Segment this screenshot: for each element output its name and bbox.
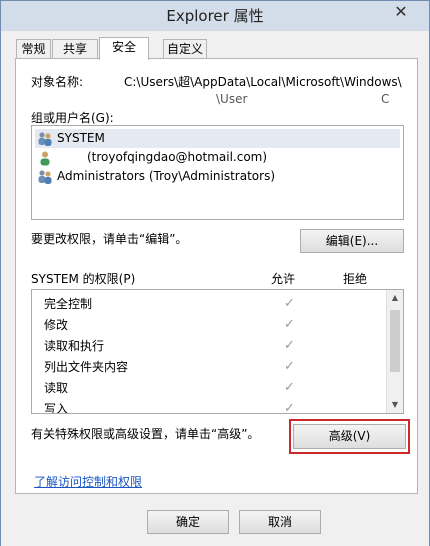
allow-check-icon: ✓ bbox=[284, 338, 295, 353]
permission-name: 修改 bbox=[44, 318, 69, 332]
group-users-icon bbox=[38, 132, 52, 146]
user-name: (troyofqingdao@hotmail.com) bbox=[87, 150, 268, 164]
tab-security[interactable]: 安全 bbox=[99, 37, 149, 60]
group-users-icon bbox=[38, 170, 52, 184]
users-list[interactable]: SYSTEM (troyofqingdao@hotmail.com) Admin… bbox=[31, 125, 404, 220]
permission-name: 写入 bbox=[44, 402, 69, 414]
user-name: SYSTEM bbox=[57, 131, 105, 145]
user-row-administrators[interactable]: Administrators (Troy\Administrators) bbox=[35, 167, 400, 186]
deny-column-label: 拒绝 bbox=[343, 272, 368, 286]
properties-window: Explorer 属性 ✕ 常规 共享 安全 自定义 对象名称: C:\User… bbox=[0, 0, 430, 546]
advanced-button[interactable]: 高级(V) bbox=[293, 424, 406, 449]
permission-row: 读取和执行 ✓ bbox=[44, 336, 384, 356]
permission-row: 读取 ✓ bbox=[44, 378, 384, 398]
object-path-line2: \User bbox=[216, 92, 248, 106]
groups-label: 组或用户名(G): bbox=[31, 111, 114, 125]
permissions-list: 完全控制 ✓ 修改 ✓ 读取和执行 ✓ 列出文件夹内容 ✓ 读取 ✓ 写入 ✓ bbox=[31, 289, 404, 414]
permission-name: 完全控制 bbox=[44, 297, 93, 311]
window-title: Explorer 属性 bbox=[166, 7, 264, 25]
permission-name: 读取 bbox=[44, 381, 69, 395]
object-path-line1: C:\Users\超\AppData\Local\Microsoft\Windo… bbox=[124, 75, 402, 89]
advanced-hint: 有关特殊权限或高级设置，请单击“高级”。 bbox=[31, 427, 260, 441]
object-path-line3: C bbox=[381, 92, 390, 106]
allow-check-icon: ✓ bbox=[284, 380, 295, 395]
permissions-title: SYSTEM 的权限(P) bbox=[31, 272, 136, 286]
permission-name: 读取和执行 bbox=[44, 339, 105, 353]
scroll-down-icon[interactable]: ▼ bbox=[387, 397, 403, 413]
user-name: Administrators (Troy\Administrators) bbox=[57, 169, 276, 183]
allow-check-icon: ✓ bbox=[284, 401, 295, 414]
permission-row: 完全控制 ✓ bbox=[44, 294, 384, 314]
allow-check-icon: ✓ bbox=[284, 317, 295, 332]
scroll-thumb[interactable] bbox=[390, 310, 400, 372]
tab-sharing[interactable]: 共享 bbox=[52, 39, 98, 59]
scroll-up-icon[interactable]: ▲ bbox=[387, 290, 403, 306]
allow-check-icon: ✓ bbox=[284, 296, 295, 311]
permission-row: 修改 ✓ bbox=[44, 315, 384, 335]
user-row-account[interactable]: (troyofqingdao@hotmail.com) bbox=[35, 148, 400, 167]
tab-general[interactable]: 常规 bbox=[16, 39, 51, 59]
user-row-system[interactable]: SYSTEM bbox=[35, 129, 400, 148]
title-bar[interactable]: Explorer 属性 ✕ bbox=[1, 1, 429, 31]
dialog-footer: 确定 取消 bbox=[1, 501, 429, 546]
allow-check-icon: ✓ bbox=[284, 359, 295, 374]
user-icon bbox=[40, 151, 50, 166]
cancel-button[interactable]: 取消 bbox=[239, 510, 321, 534]
permission-row: 列出文件夹内容 ✓ bbox=[44, 357, 384, 377]
edit-button[interactable]: 编辑(E)... bbox=[300, 229, 404, 253]
close-icon[interactable]: ✕ bbox=[381, 1, 421, 23]
permission-row: 写入 ✓ bbox=[44, 399, 384, 414]
access-control-help-link[interactable]: 了解访问控制和权限 bbox=[34, 473, 142, 490]
object-name-label: 对象名称: bbox=[31, 75, 84, 89]
allow-column-label: 允许 bbox=[271, 272, 296, 286]
ok-button[interactable]: 确定 bbox=[147, 510, 229, 534]
permission-name: 列出文件夹内容 bbox=[44, 360, 129, 374]
edit-hint: 要更改权限，请单击“编辑”。 bbox=[31, 232, 188, 246]
permissions-scrollbar[interactable]: ▲ ▼ bbox=[386, 290, 403, 413]
tab-customize[interactable]: 自定义 bbox=[163, 39, 207, 59]
